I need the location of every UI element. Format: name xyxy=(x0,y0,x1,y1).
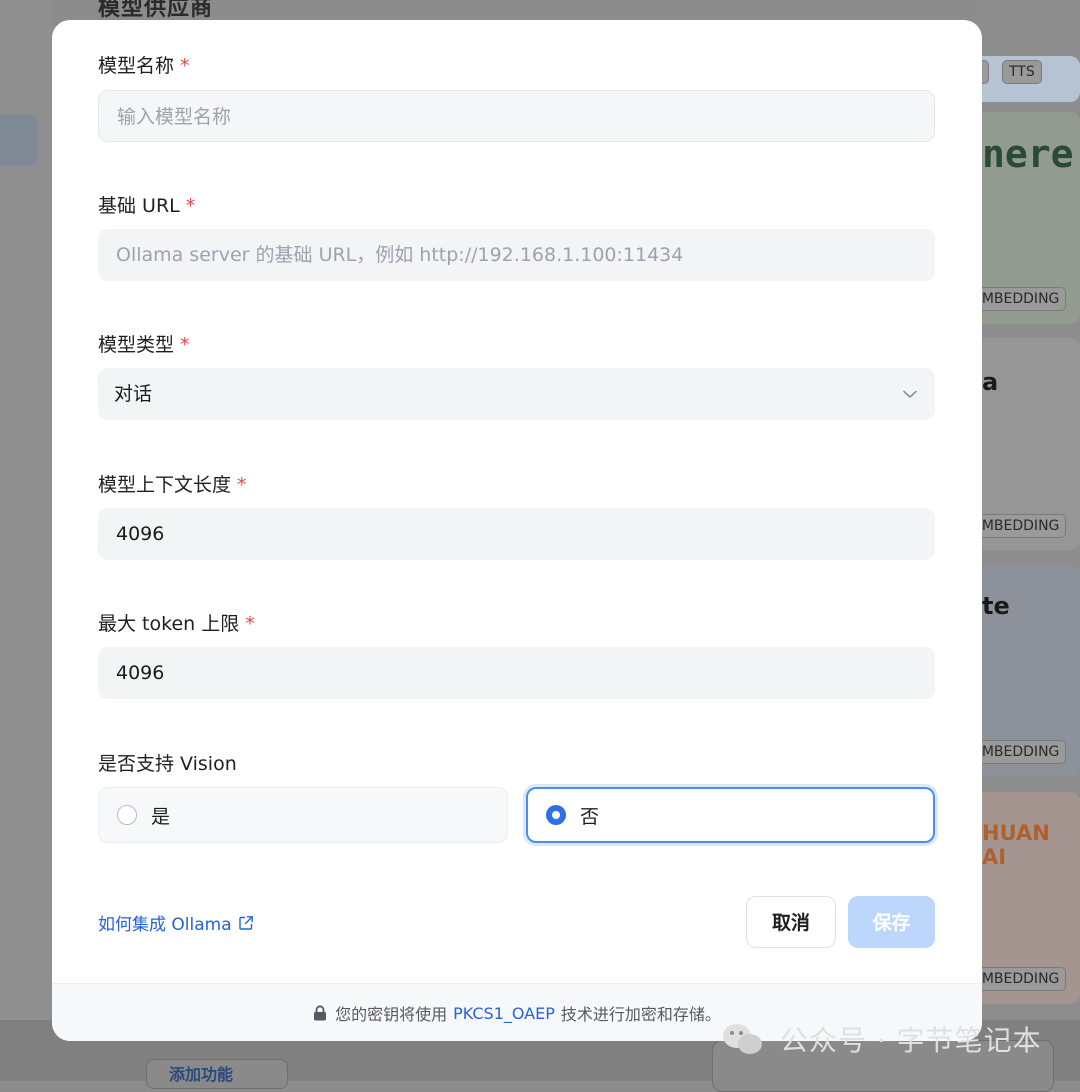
background-brand: te xyxy=(982,592,1010,620)
radio-unchecked-icon xyxy=(117,805,137,825)
model-type-value: 对话 xyxy=(114,383,153,405)
cancel-button[interactable]: 取消 xyxy=(746,896,836,948)
model-type-label: 模型类型 * xyxy=(98,334,190,356)
max-tokens-value: 4096 xyxy=(116,662,165,684)
wechat-icon xyxy=(722,1022,764,1063)
context-length-field[interactable]: 4096 xyxy=(98,508,935,560)
vision-option-yes-label: 是 xyxy=(151,805,171,828)
required-mark: * xyxy=(237,474,247,496)
vision-label: 是否支持 Vision xyxy=(98,753,237,775)
background-sidebar xyxy=(0,0,52,1081)
context-length-label: 模型上下文长度 * xyxy=(98,474,247,496)
context-length-value: 4096 xyxy=(116,523,165,545)
background-brand: nere xyxy=(982,132,1074,176)
background-brand: HUAN AI xyxy=(982,821,1050,869)
base-url-label: 基础 URL * xyxy=(98,195,196,217)
encryption-notice-suffix: 技术进行加密和存储。 xyxy=(560,1005,721,1024)
background-sidebar-selected-item xyxy=(0,114,38,166)
vision-option-yes[interactable]: 是 xyxy=(98,787,508,843)
base-url-input[interactable] xyxy=(116,229,917,281)
external-link-icon xyxy=(238,915,253,930)
encryption-method: PKCS1_OAEP xyxy=(453,1003,555,1023)
watermark: 公众号 · 字节笔记本 xyxy=(722,1019,1042,1063)
required-mark: * xyxy=(180,55,190,77)
add-model-modal: 模型名称* 基础 URL* 模型类型* 对话 模型上下文长度* 4096 最大 … xyxy=(52,20,982,1041)
model-type-select[interactable]: 对话 xyxy=(98,368,935,420)
model-name-field[interactable] xyxy=(98,90,935,142)
ollama-help-link[interactable]: 如何集成 Ollama xyxy=(98,910,254,935)
vision-option-no-label: 否 xyxy=(580,805,600,828)
radio-checked-icon xyxy=(546,805,566,825)
max-tokens-label: 最大 token 上限 * xyxy=(98,613,255,635)
chevron-down-icon xyxy=(903,390,917,398)
required-mark: * xyxy=(180,334,190,356)
model-name-label: 模型名称 * xyxy=(98,55,190,77)
background-tag: TTS xyxy=(1002,60,1042,84)
save-button[interactable]: 保存 xyxy=(848,896,935,948)
background-add-button: 添加功能 xyxy=(146,1059,288,1089)
watermark-text: 公众号 · 字节笔记本 xyxy=(779,1024,1042,1057)
model-name-input[interactable] xyxy=(117,92,916,142)
lock-icon xyxy=(314,1005,327,1021)
background-section-title: 模型供应商 xyxy=(98,0,214,21)
encryption-notice-prefix: 您的密钥将使用 xyxy=(335,1005,448,1024)
max-tokens-field[interactable]: 4096 xyxy=(98,647,935,699)
background-brand: a xyxy=(982,368,999,396)
vision-option-no[interactable]: 否 xyxy=(526,787,935,843)
required-mark: * xyxy=(185,195,196,217)
required-mark: * xyxy=(245,613,255,635)
base-url-field[interactable] xyxy=(98,229,935,281)
